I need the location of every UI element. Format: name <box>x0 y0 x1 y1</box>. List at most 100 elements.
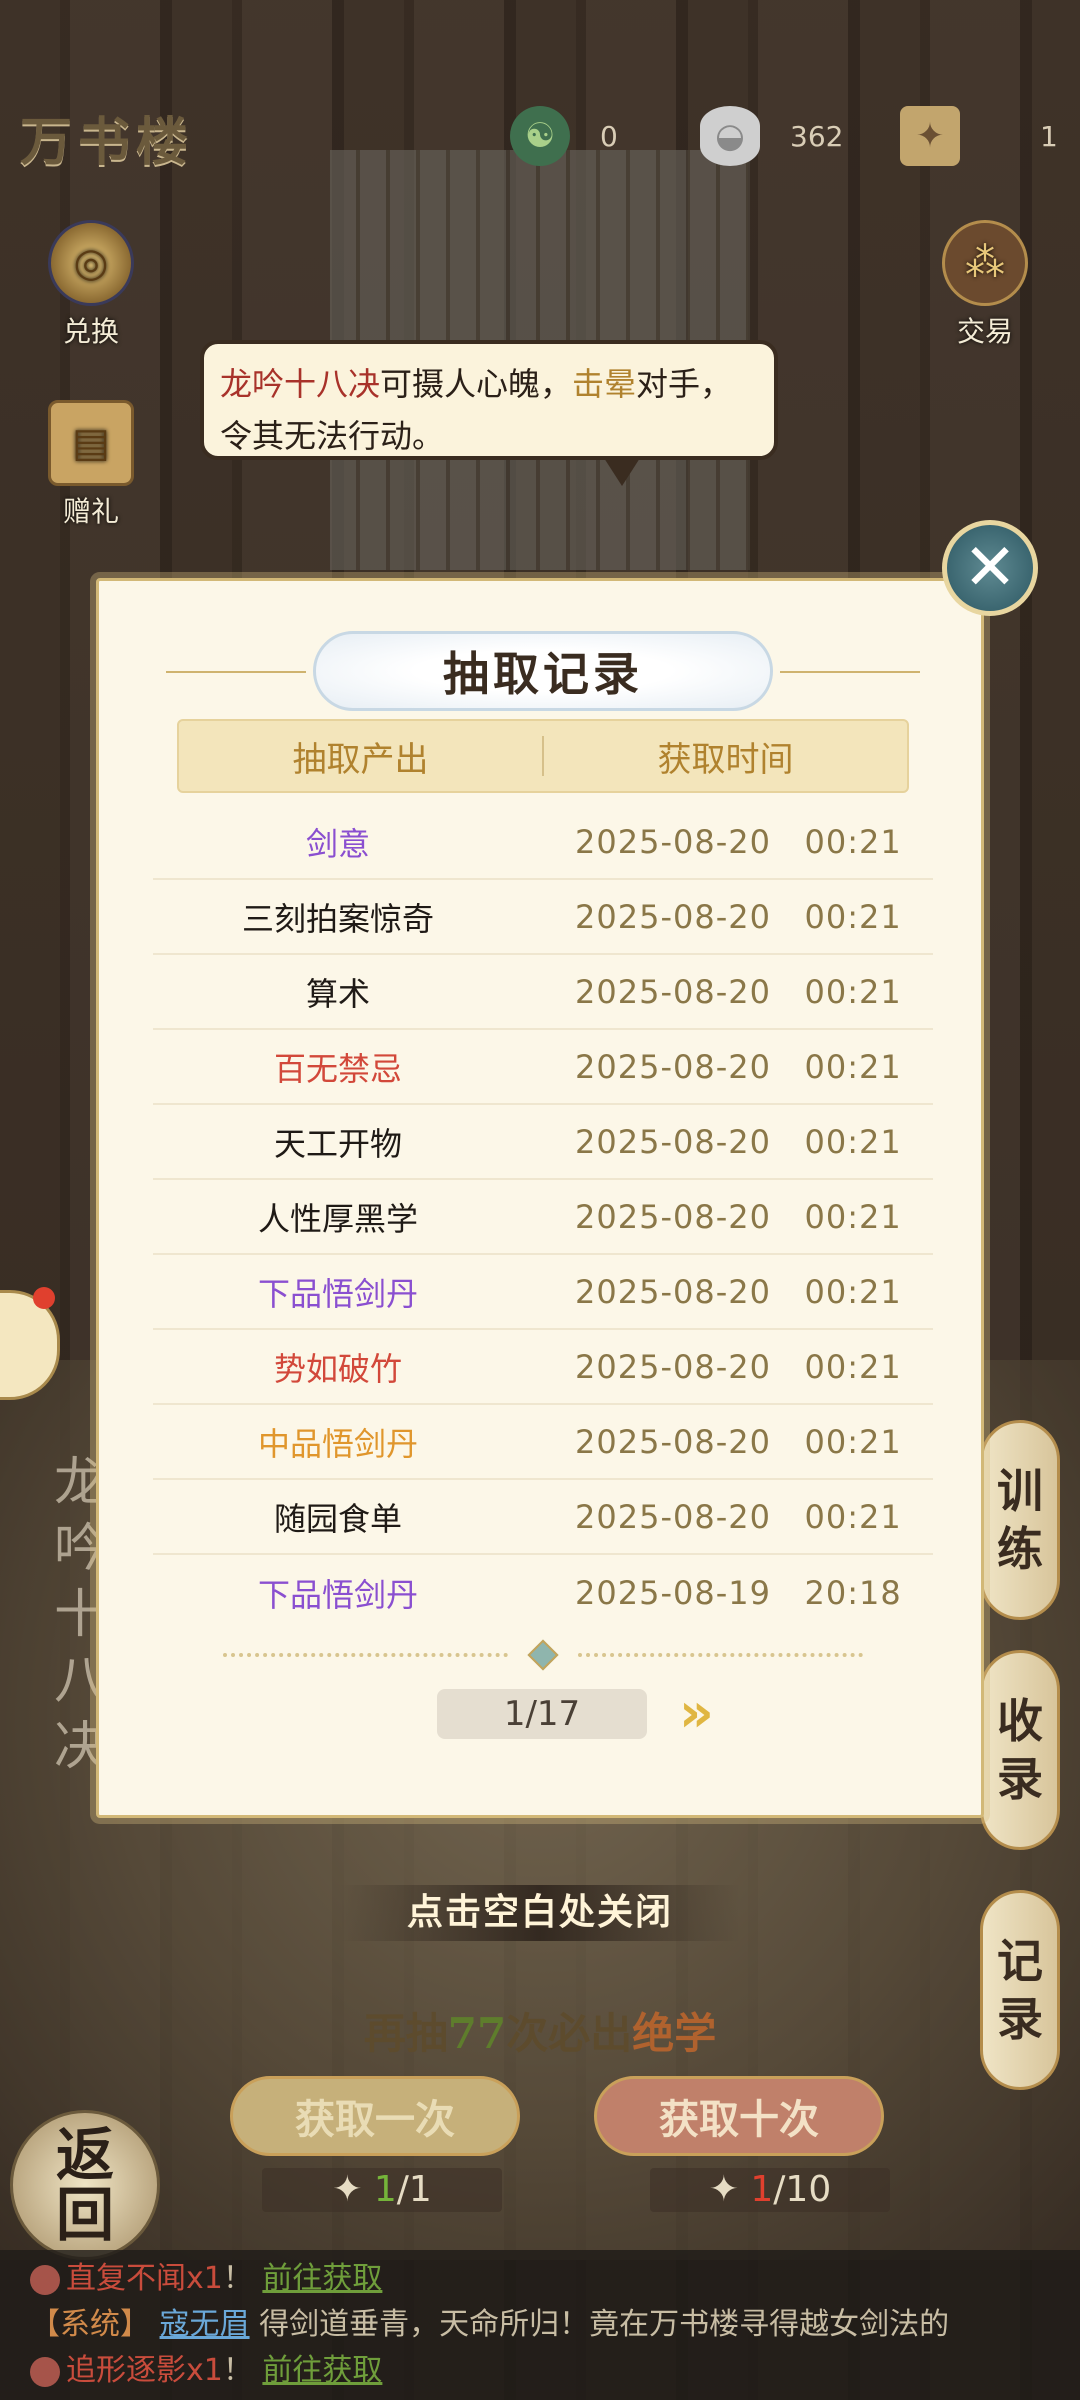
record-time: 2025-08-20 00:21 <box>575 1047 902 1086</box>
record-time: 2025-08-20 00:21 <box>575 822 902 861</box>
ticket-icon: ✦ <box>332 2169 374 2210</box>
page-title: 万书楼 <box>20 112 195 173</box>
close-hint: 点击空白处关闭 <box>340 1885 740 1941</box>
record-time: 2025-08-20 00:21 <box>575 1497 902 1536</box>
tab-records[interactable]: 记录 <box>980 1890 1060 2090</box>
record-time: 2025-08-20 00:21 <box>575 1272 902 1311</box>
record-item-name: 人性厚黑学 <box>257 1199 418 1238</box>
column-header-time: 获取时间 <box>657 739 794 780</box>
close-button[interactable]: ✕ <box>942 520 1038 616</box>
tab-collection[interactable]: 收录 <box>980 1650 1060 1850</box>
divider-gem-icon <box>527 1639 559 1671</box>
tab-training[interactable]: 训练 <box>980 1420 1060 1620</box>
draw-ten-have: 1 <box>750 2169 774 2210</box>
speech-bubble: 龙吟十八决可摄人心魄，击晕对手，令其无法行动。 <box>200 340 778 486</box>
next-page-button[interactable]: » <box>679 1685 739 1741</box>
record-item-name: 天工开物 <box>273 1124 402 1163</box>
chat-item: 追形逐影x1 <box>66 2353 223 2388</box>
pity-number: 77 <box>447 2009 507 2058</box>
draw-once-cost: ✦ 1/1 <box>262 2168 502 2212</box>
record-time: 2025-08-20 00:21 <box>575 897 902 936</box>
draw-once-button[interactable]: 获取一次 <box>230 2076 520 2156</box>
table-header: 抽取产出 获取时间 <box>177 719 909 793</box>
list-divider <box>223 1639 863 1671</box>
record-time: 2025-08-20 00:21 <box>575 1197 902 1236</box>
speech-text-a: 可摄人心魄， <box>380 365 573 403</box>
gift-label: 赠礼 <box>62 495 119 528</box>
record-row: 人性厚黑学 2025-08-20 00:21 <box>153 1180 933 1255</box>
currency-silver[interactable]: ◒ 362 <box>700 106 844 166</box>
draw-ticket-icon: ✦ <box>900 106 960 166</box>
record-row: 百无禁忌 2025-08-20 00:21 <box>153 1030 933 1105</box>
currency-silver-value: 362 <box>790 119 844 153</box>
modal-title: 抽取记录 <box>443 647 643 701</box>
record-row: 算术 2025-08-20 00:21 <box>153 955 933 1030</box>
record-list[interactable]: 剑意 2025-08-20 00:21 三刻拍案惊奇 2025-08-20 00:21… <box>153 805 933 1630</box>
item-icon <box>30 2356 60 2387</box>
draw-once-need: /1 <box>396 2169 432 2210</box>
record-item-name: 算术 <box>305 974 370 1013</box>
record-item-name: 随园食单 <box>273 1499 402 1538</box>
top-bar: 万书楼 ☯ 0 ◒ 362 ✦ 1 <box>0 88 1080 198</box>
draw-ten-cost: ✦ 1/10 <box>650 2168 890 2212</box>
pity-counter: 再抽77次必出绝学 <box>300 2000 780 2061</box>
chat-message: 得剑道垂青，天命所归！竟在万书楼寻得越女剑法的 <box>259 2307 950 2342</box>
column-header-output: 抽取产出 <box>292 739 429 780</box>
chat-line: 【系统】 寇无眉 得剑道垂青，天命所归！竟在万书楼寻得越女剑法的 <box>30 2302 1070 2348</box>
record-item-name: 下品悟剑丹 <box>257 1274 418 1313</box>
speech-keyword: 击晕 <box>572 365 637 403</box>
record-row: 势如破竹 2025-08-20 00:21 <box>153 1330 933 1405</box>
currency-jade[interactable]: ☯ 0 <box>510 106 618 166</box>
back-button[interactable]: 返回 <box>10 2110 160 2260</box>
chat-go-link[interactable]: 前往获取 <box>262 2261 382 2296</box>
jade-token-icon: ☯ <box>510 106 570 166</box>
chat-go-link[interactable]: 前往获取 <box>262 2353 382 2388</box>
record-time: 2025-08-20 00:21 <box>575 1422 902 1461</box>
chat-line: 追形逐影x1！ 前往获取 <box>30 2348 1070 2394</box>
coin-icon: ◎ <box>48 220 134 306</box>
trade-label: 交易 <box>956 315 1013 348</box>
record-item-name: 下品悟剑丹 <box>257 1575 418 1614</box>
exchange-label: 兑换 <box>62 315 119 348</box>
silver-ingot-icon: ◒ <box>700 106 760 166</box>
chat-user-link[interactable]: 寇无眉 <box>160 2307 250 2342</box>
currency-jade-value: 0 <box>600 119 618 153</box>
draw-once-have: 1 <box>373 2169 397 2210</box>
system-chat-log[interactable]: 直复不闻x1！ 前往获取 【系统】 寇无眉 得剑道垂青，天命所归！竟在万书楼寻得… <box>0 2250 1080 2400</box>
abacus-icon: ⁂ <box>942 220 1028 306</box>
record-row: 剑意 2025-08-20 00:21 <box>153 805 933 880</box>
pity-reward: 绝学 <box>632 2009 717 2058</box>
chat-system-tag: 【系统】 <box>30 2307 150 2342</box>
ticket-icon: ✦ <box>708 2169 751 2210</box>
record-item-name: 剑意 <box>305 824 370 863</box>
record-row: 天工开物 2025-08-20 00:21 <box>153 1105 933 1180</box>
modal-title-plaque: 抽取记录 <box>166 631 920 711</box>
draw-ten-button[interactable]: 获取十次 <box>594 2076 884 2156</box>
record-time: 2025-08-20 00:21 <box>575 1122 902 1161</box>
pity-pre: 再抽 <box>363 2009 448 2058</box>
record-time: 2025-08-19 20:18 <box>575 1573 902 1612</box>
gift-button[interactable]: ▤ 赠礼 <box>36 400 146 530</box>
record-row: 下品悟剑丹 2025-08-20 00:21 <box>153 1255 933 1330</box>
speech-skill-name: 龙吟十八决 <box>220 365 381 403</box>
record-row: 下品悟剑丹 2025-08-19 20:18 <box>153 1555 933 1630</box>
currency-ticket[interactable]: ✦ 1 <box>900 106 1058 166</box>
close-icon: ✕ <box>963 531 1017 605</box>
exchange-button[interactable]: ◎ 兑换 <box>36 220 146 350</box>
trade-button[interactable]: ⁂ 交易 <box>930 220 1040 350</box>
record-row: 中品悟剑丹 2025-08-20 00:21 <box>153 1405 933 1480</box>
record-time: 2025-08-20 00:21 <box>575 1347 902 1386</box>
record-item-name: 百无禁忌 <box>273 1049 402 1088</box>
record-item-name: 三刻拍案惊奇 <box>241 899 434 938</box>
record-row: 三刻拍案惊奇 2025-08-20 00:21 <box>153 880 933 955</box>
item-icon <box>30 2264 60 2295</box>
pity-mid: 次必出 <box>506 2009 633 2058</box>
page-indicator: 1/17 <box>437 1689 647 1739</box>
record-item-name: 中品悟剑丹 <box>257 1424 418 1463</box>
record-item-name: 势如破竹 <box>273 1349 402 1388</box>
chat-item: 直复不闻x1 <box>66 2261 223 2296</box>
notification-dot <box>33 1287 55 1309</box>
record-time: 2025-08-20 00:21 <box>575 972 902 1011</box>
draw-record-modal: 抽取记录 抽取产出 获取时间 剑意 2025-08-20 00:21 三刻拍案惊奇 2… <box>96 578 984 1818</box>
gift-box-icon: ▤ <box>48 400 134 486</box>
